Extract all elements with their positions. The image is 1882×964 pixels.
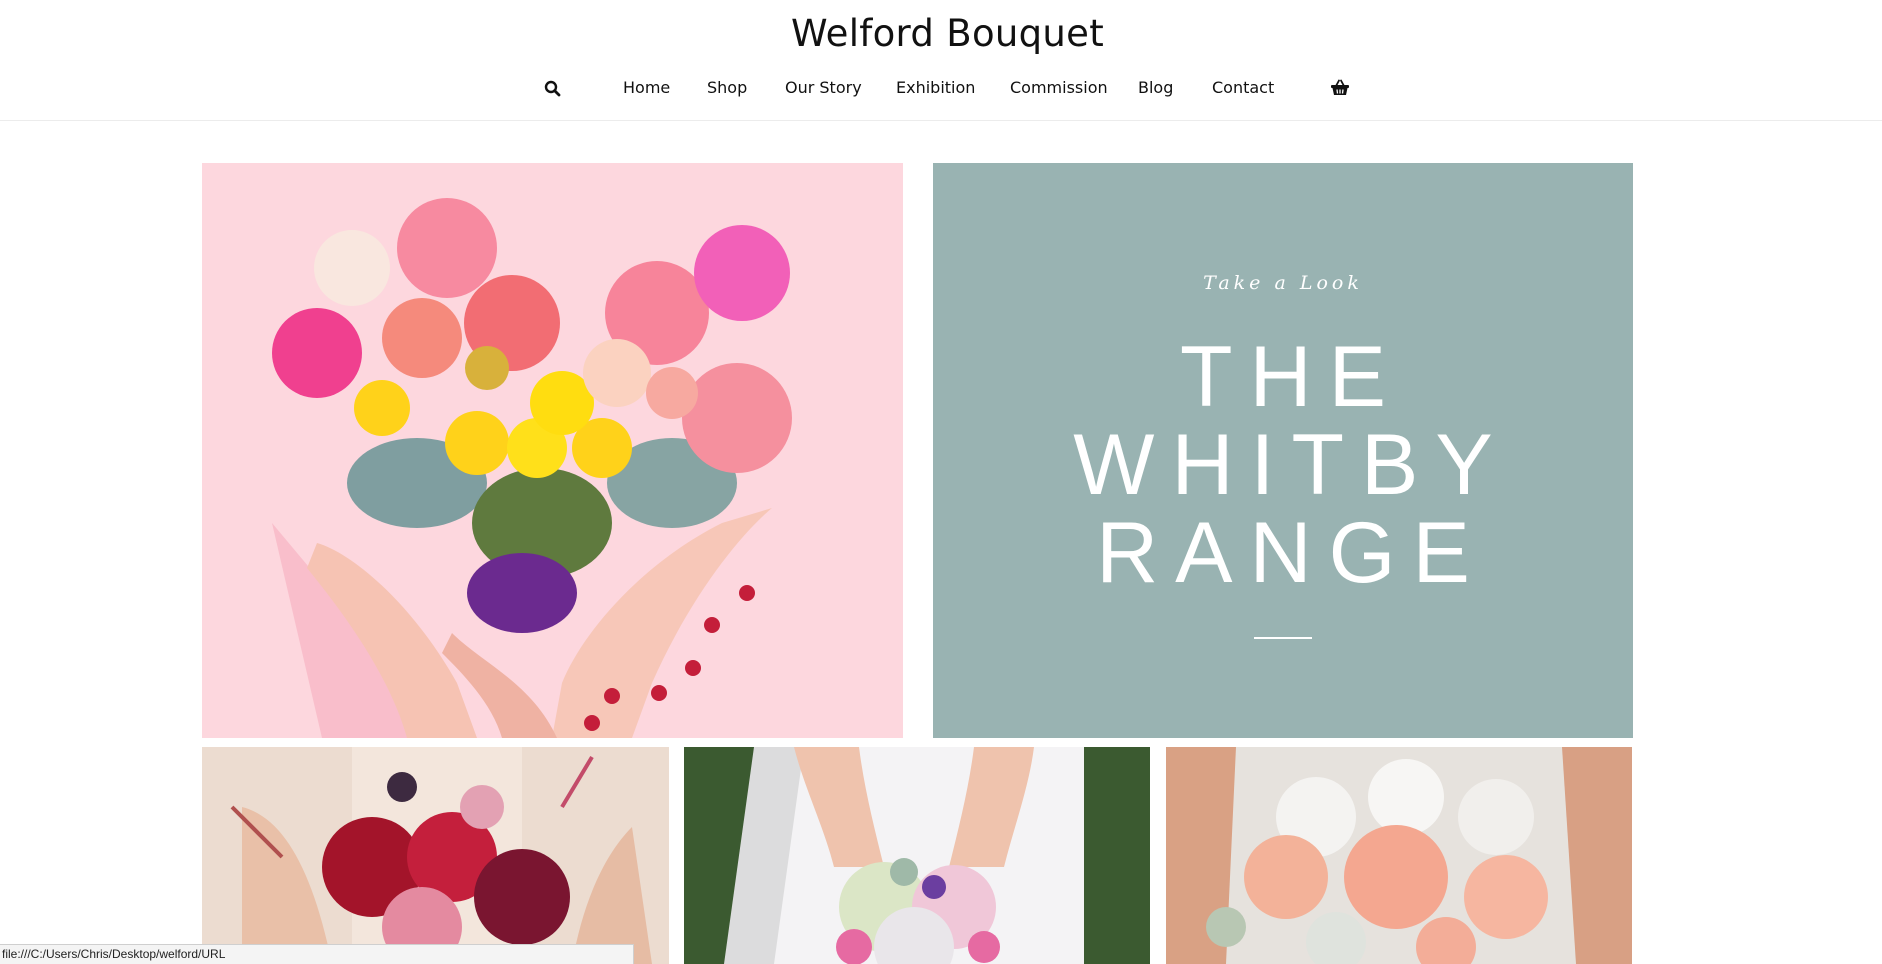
red-bouquet-image[interactable]: [202, 747, 669, 964]
search-icon[interactable]: [544, 80, 562, 98]
promo-divider: [1254, 637, 1312, 639]
promo-title-line: RANGE: [1096, 505, 1487, 601]
basket-icon[interactable]: [1330, 79, 1350, 97]
nav-item-our-story[interactable]: Our Story: [785, 74, 862, 102]
promo-title-line: WHITBY: [1073, 417, 1510, 513]
white-bridal-bouquet-image[interactable]: [684, 747, 1150, 964]
browser-status-bar: file:///C:/Users/Chris/Desktop/welford/U…: [0, 944, 634, 964]
whitby-range-promo[interactable]: Take a Look THE WHITBY RANGE: [933, 163, 1633, 738]
nav-item-exhibition[interactable]: Exhibition: [896, 74, 975, 102]
main-nav: Home Shop Our Story Exhibition Commissio…: [0, 74, 1882, 102]
nav-item-blog[interactable]: Blog: [1138, 74, 1173, 102]
nav-item-commission[interactable]: Commission: [1010, 74, 1108, 102]
promo-title: THE WHITBY RANGE: [933, 333, 1633, 597]
nav-item-shop[interactable]: Shop: [707, 74, 747, 102]
promo-kicker: Take a Look: [1203, 272, 1363, 294]
peach-rose-bouquet-image[interactable]: [1166, 747, 1632, 964]
site-header: Welford Bouquet Home Shop Our Story Exhi…: [0, 0, 1882, 121]
promo-title-line: THE: [1180, 329, 1403, 425]
site-title[interactable]: Welford Bouquet: [0, 12, 1882, 55]
heart-bouquet-image[interactable]: [202, 163, 903, 738]
nav-item-home[interactable]: Home: [623, 74, 670, 102]
nav-item-contact[interactable]: Contact: [1212, 74, 1274, 102]
